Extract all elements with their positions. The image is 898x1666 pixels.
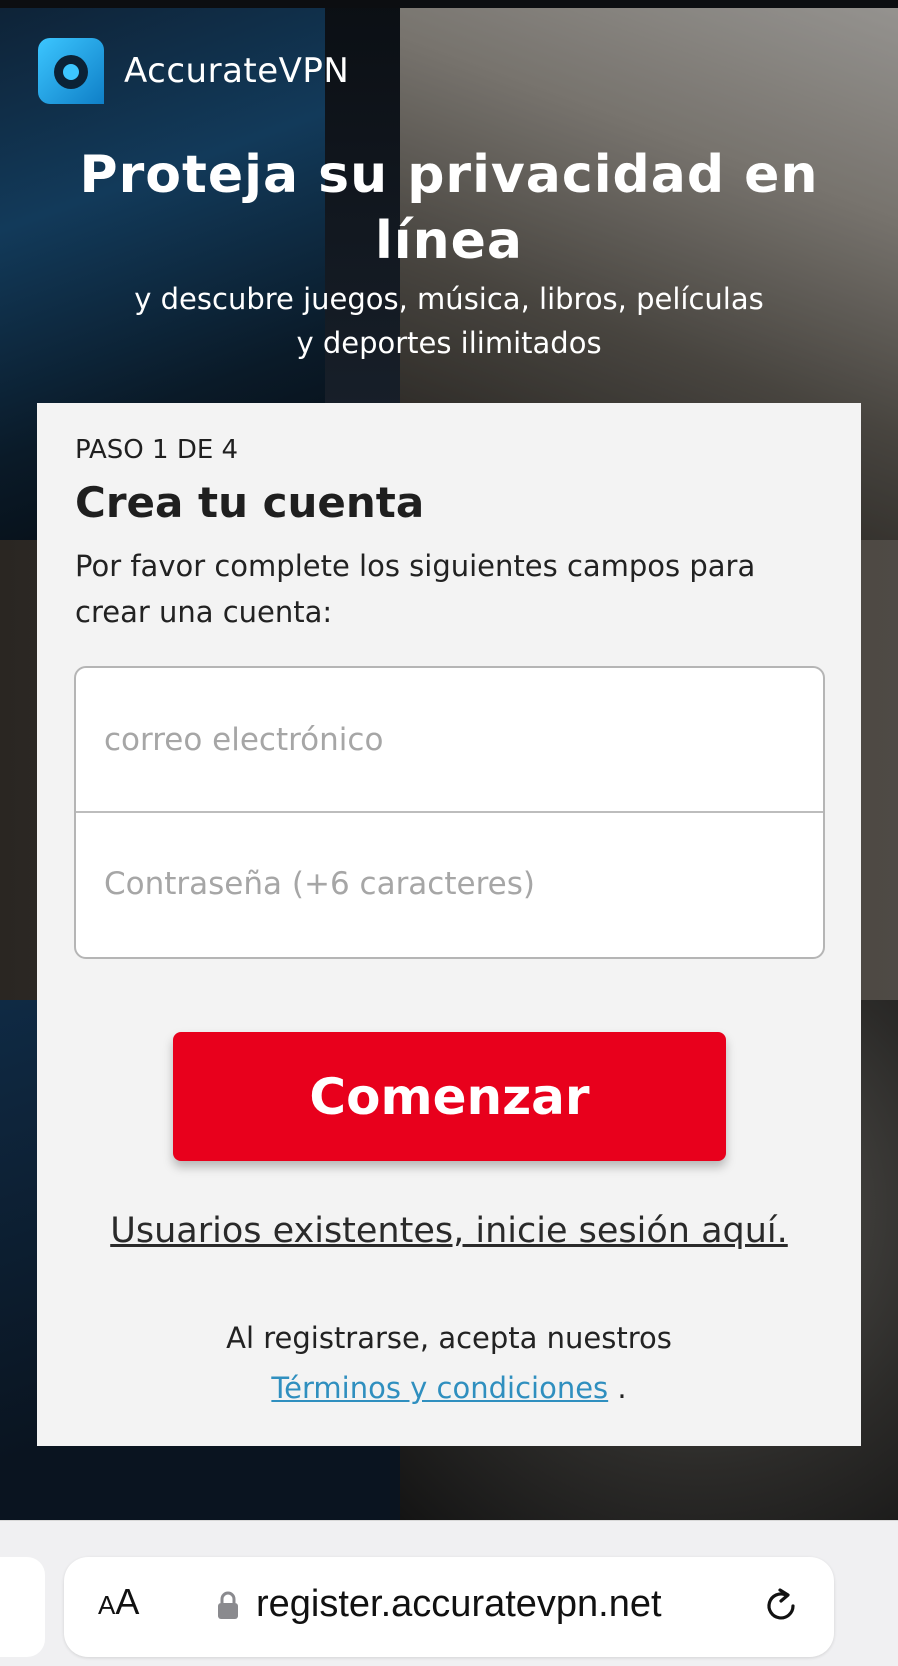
reload-icon[interactable] — [760, 1585, 802, 1627]
signup-card: PASO 1 DE 4 Crea tu cuenta Por favor com… — [37, 403, 861, 1446]
step-label: PASO 1 DE 4 — [75, 435, 239, 465]
email-field-row — [76, 668, 823, 811]
password-field[interactable] — [102, 864, 796, 903]
hero-subtitle-line2: y deportes ilimitados — [296, 326, 602, 360]
existing-users-login-link[interactable]: Usuarios existentes, inicie sesión aquí. — [37, 1211, 861, 1251]
terms-notice: Al registrarse, acepta nuestros Términos… — [37, 1313, 861, 1413]
hero-subtitle: y descubre juegos, música, libros, pelíc… — [100, 277, 798, 365]
terms-suffix: . — [617, 1371, 627, 1405]
brand-name: AccurateVPN — [124, 51, 350, 91]
card-description: Por favor complete los siguientes campos… — [75, 549, 756, 629]
email-field[interactable] — [102, 720, 796, 759]
lock-icon — [216, 1590, 240, 1620]
hero-title: Proteja su privacidad en línea — [79, 145, 819, 271]
previous-tab-stub[interactable] — [0, 1557, 45, 1657]
text-size-big: A — [115, 1581, 140, 1622]
start-button[interactable]: Comenzar — [173, 1032, 726, 1161]
terms-link[interactable]: Términos y condiciones — [271, 1371, 608, 1405]
credentials-fields — [74, 666, 825, 959]
url-pill[interactable]: AA register.accuratevpn.net — [64, 1557, 834, 1657]
terms-prefix: Al registrarse, acepta nuestros — [226, 1321, 672, 1355]
text-size-button[interactable]: AA — [98, 1581, 139, 1623]
password-field-row — [76, 811, 823, 954]
card-title: Crea tu cuenta — [75, 478, 425, 527]
brand[interactable]: AccurateVPN — [36, 36, 349, 106]
text-size-small: A — [98, 1590, 116, 1620]
hero-subtitle-line1: y descubre juegos, música, libros, pelíc… — [134, 282, 764, 316]
accuratevpn-logo-icon — [36, 36, 106, 106]
browser-address-bar: AA register.accuratevpn.net — [0, 1520, 898, 1666]
url-text: register.accuratevpn.net — [256, 1583, 662, 1625]
